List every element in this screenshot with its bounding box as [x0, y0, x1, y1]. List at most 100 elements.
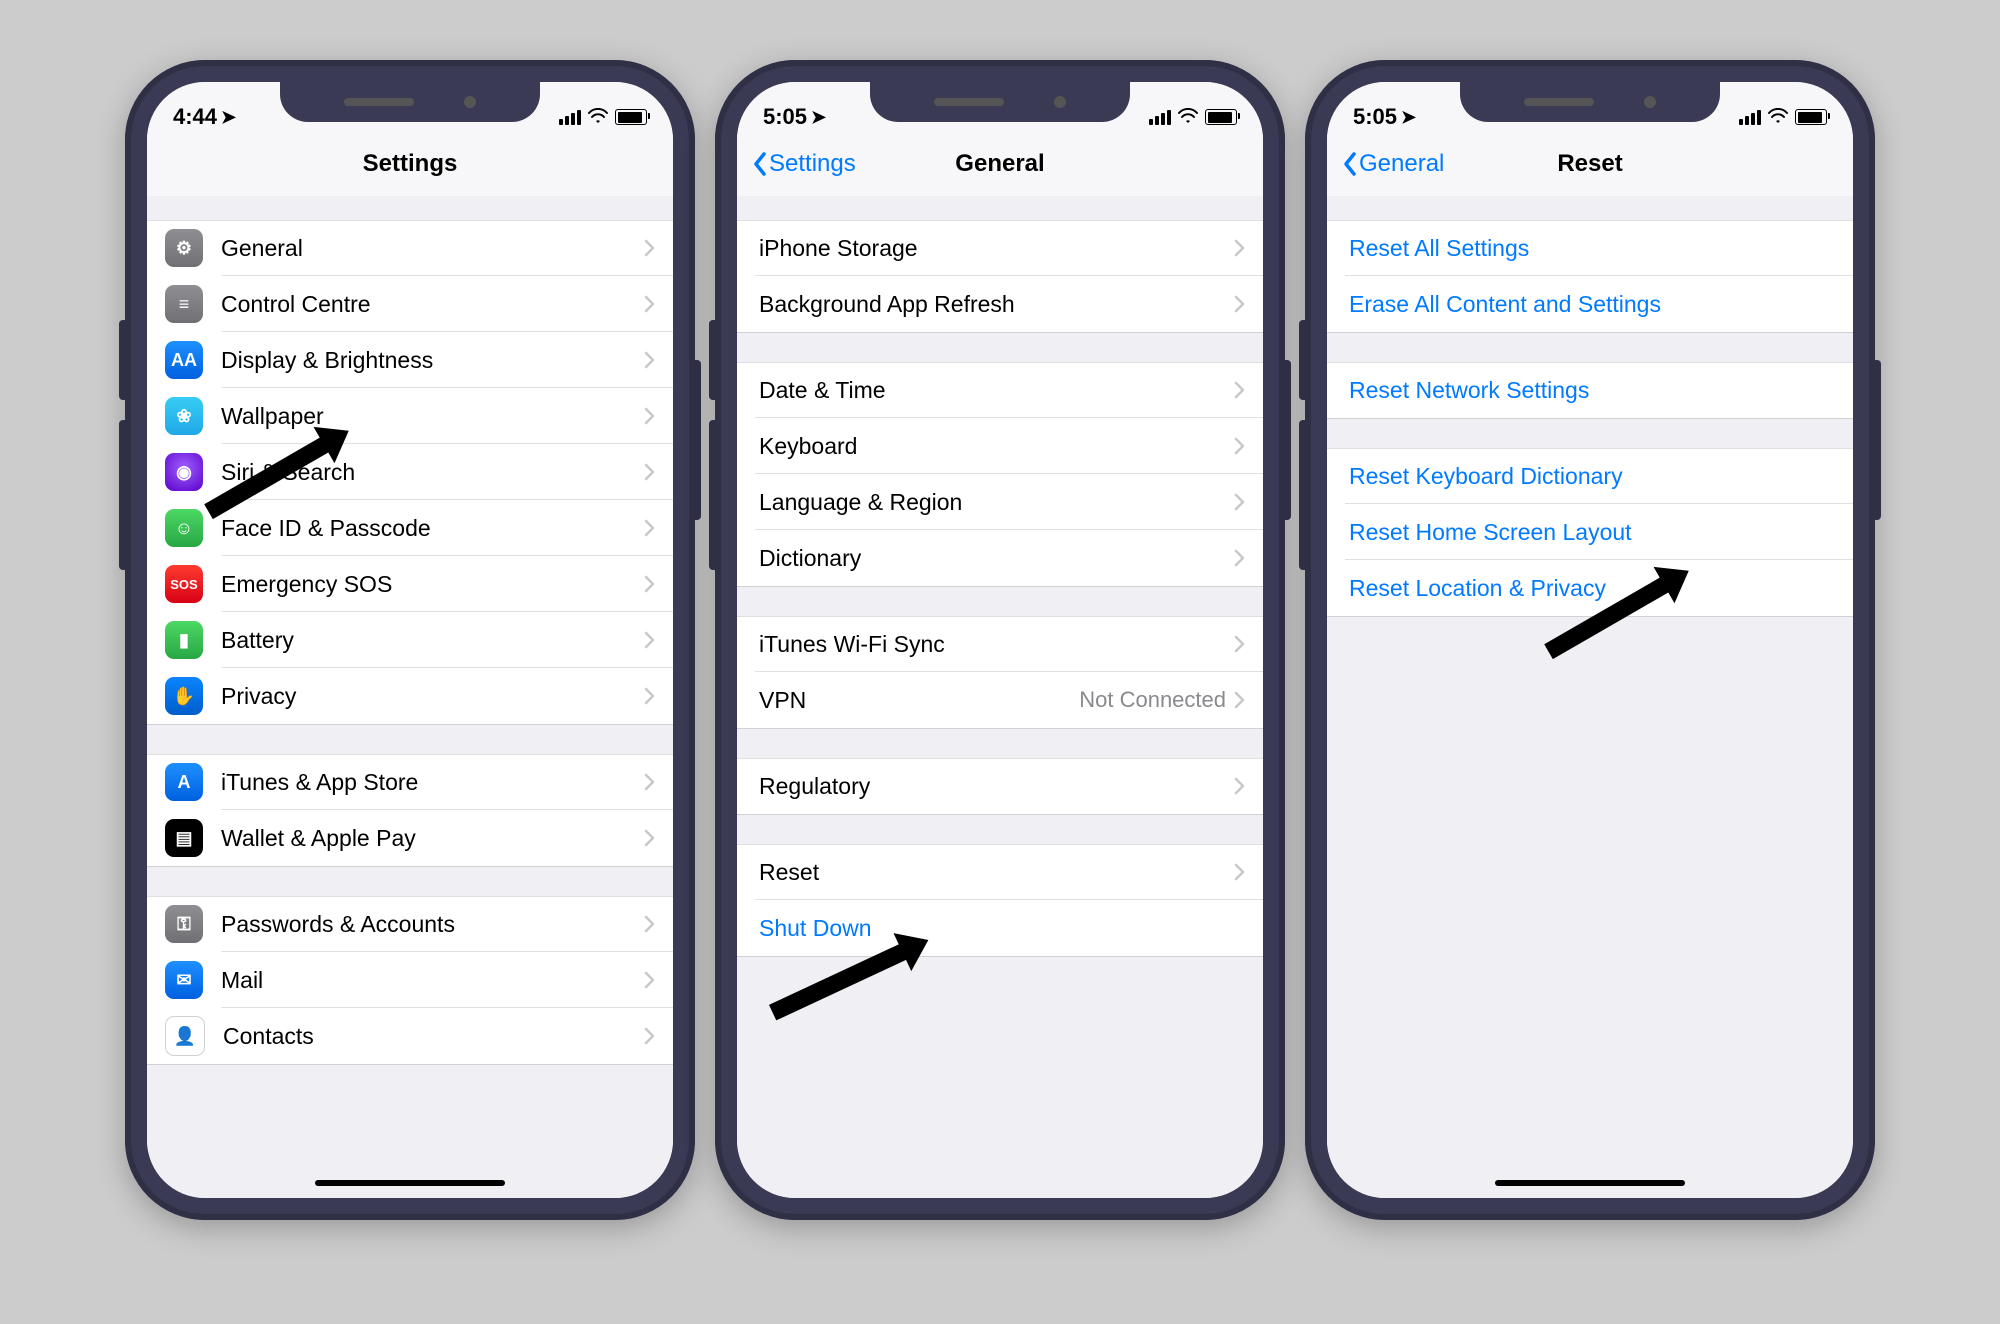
row-label: Emergency SOS	[221, 571, 644, 598]
scroll-content[interactable]: iPhone StorageBackground App Refresh Date…	[737, 196, 1263, 1198]
settings-group: Regulatory	[737, 758, 1263, 814]
notch	[280, 82, 540, 122]
scroll-content[interactable]: ⚙General ≡ Control Centre AADisplay & Brigh…	[147, 196, 673, 1198]
settings-row-dictionary[interactable]: Dictionary	[737, 530, 1263, 586]
chevron-right-icon	[1234, 635, 1245, 653]
chevron-right-icon	[644, 687, 655, 705]
settings-row-contacts[interactable]: 👤 Contacts	[147, 1008, 673, 1064]
row-label: Reset	[759, 859, 1234, 886]
settings-row-reset-all-settings[interactable]: Reset All Settings	[1327, 220, 1853, 276]
sos-icon: SOS	[165, 565, 203, 603]
row-label: Reset All Settings	[1349, 235, 1835, 262]
chevron-right-icon	[644, 631, 655, 649]
settings-row-mail[interactable]: ✉Mail	[147, 952, 673, 1008]
face-icon: ☺	[165, 509, 203, 547]
settings-row-language-region[interactable]: Language & Region	[737, 474, 1263, 530]
settings-row-reset-keyboard-dictionary[interactable]: Reset Keyboard Dictionary	[1327, 448, 1853, 504]
settings-row-reset-home-screen-layout[interactable]: Reset Home Screen Layout	[1327, 504, 1853, 560]
settings-group: iTunes Wi-Fi Sync VPNNot Connected	[737, 616, 1263, 728]
settings-row-control-centre[interactable]: ≡ Control Centre	[147, 276, 673, 332]
wallet-icon: ▤	[165, 819, 203, 857]
notch	[870, 82, 1130, 122]
battery-icon	[1205, 109, 1237, 125]
row-label: Control Centre	[221, 291, 644, 318]
settings-row-erase-all-content-and-settings[interactable]: Erase All Content and Settings	[1327, 276, 1853, 332]
row-label: iTunes & App Store	[221, 769, 644, 796]
row-label: Regulatory	[759, 773, 1234, 800]
home-indicator[interactable]	[1495, 1180, 1685, 1186]
row-label: Dictionary	[759, 545, 1234, 572]
settings-row-background-app-refresh[interactable]: Background App Refresh	[737, 276, 1263, 332]
settings-row-reset[interactable]: Reset	[737, 844, 1263, 900]
phone-mockup-1: 5:05➤SettingsGeneraliPhone StorageBackgr…	[715, 60, 1285, 1220]
row-label: Reset Home Screen Layout	[1349, 519, 1835, 546]
row-label: Battery	[221, 627, 644, 654]
status-indicators	[1739, 104, 1827, 130]
row-label: Siri & Search	[221, 459, 644, 486]
row-label: VPN	[759, 687, 1079, 714]
settings-row-general[interactable]: ⚙General	[147, 220, 673, 276]
chevron-right-icon	[1234, 549, 1245, 567]
location-icon: ➤	[221, 107, 236, 128]
phone-screen: 4:44➤Settings⚙General≡Control CentreAADi…	[147, 82, 673, 1198]
chevron-right-icon	[644, 1027, 655, 1045]
chevron-right-icon	[1234, 493, 1245, 511]
phone-mockup-0: 4:44➤Settings⚙General≡Control CentreAADi…	[125, 60, 695, 1220]
chevron-right-icon	[644, 773, 655, 791]
row-label: Face ID & Passcode	[221, 515, 644, 542]
settings-row-display-brightness[interactable]: AADisplay & Brightness	[147, 332, 673, 388]
cellular-signal-icon	[559, 110, 581, 125]
settings-row-date-time[interactable]: Date & Time	[737, 362, 1263, 418]
settings-row-siri-search[interactable]: ◉ Siri & Search	[147, 444, 673, 500]
settings-group: Reset Keyboard Dictionary Reset Home Scre…	[1327, 448, 1853, 616]
battery-icon	[1795, 109, 1827, 125]
settings-row-reset-network-settings[interactable]: Reset Network Settings	[1327, 362, 1853, 418]
page-title: Settings	[363, 150, 458, 178]
status-indicators	[1149, 104, 1237, 130]
row-label: General	[221, 235, 644, 262]
settings-row-privacy[interactable]: ✋Privacy	[147, 668, 673, 724]
scroll-content[interactable]: Reset All Settings Erase All Content and …	[1327, 196, 1853, 1198]
settings-row-keyboard[interactable]: Keyboard	[737, 418, 1263, 474]
settings-row-reset-location-privacy[interactable]: Reset Location & Privacy	[1327, 560, 1853, 616]
status-time: 5:05	[763, 104, 807, 130]
row-label: Mail	[221, 967, 644, 994]
settings-row-shut-down[interactable]: Shut Down	[737, 900, 1263, 956]
phone-mockup-2: 5:05➤GeneralResetReset All SettingsErase…	[1305, 60, 1875, 1220]
flower-icon: ❀	[165, 397, 203, 435]
phone-screen: 5:05➤GeneralResetReset All SettingsErase…	[1327, 82, 1853, 1198]
toggles-icon: ≡	[165, 285, 203, 323]
settings-row-face-id-passcode[interactable]: ☺ Face ID & Passcode	[147, 500, 673, 556]
settings-row-regulatory[interactable]: Regulatory	[737, 758, 1263, 814]
home-indicator[interactable]	[315, 1180, 505, 1186]
settings-row-emergency-sos[interactable]: SOS Emergency SOS	[147, 556, 673, 612]
settings-group: Reset Network Settings	[1327, 362, 1853, 418]
page-title: Reset	[1557, 150, 1622, 178]
row-label: Contacts	[223, 1023, 644, 1050]
settings-row-wallet-apple-pay[interactable]: ▤Wallet & Apple Pay	[147, 810, 673, 866]
settings-row-itunes-wi-fi-sync[interactable]: iTunes Wi-Fi Sync	[737, 616, 1263, 672]
settings-row-passwords-accounts[interactable]: ⚿Passwords & Accounts	[147, 896, 673, 952]
battery-icon	[615, 109, 647, 125]
siri-icon: ◉	[165, 453, 203, 491]
back-button[interactable]: General	[1341, 150, 1444, 178]
settings-row-vpn[interactable]: VPNNot Connected	[737, 672, 1263, 728]
settings-row-wallpaper[interactable]: ❀Wallpaper	[147, 388, 673, 444]
settings-group: ⚙General ≡ Control Centre AADisplay & Brigh…	[147, 220, 673, 724]
settings-row-itunes-app-store[interactable]: AiTunes & App Store	[147, 754, 673, 810]
key-icon: ⚿	[165, 905, 203, 943]
hand-icon: ✋	[165, 677, 203, 715]
chevron-right-icon	[1234, 777, 1245, 795]
row-label: Reset Keyboard Dictionary	[1349, 463, 1835, 490]
location-icon: ➤	[811, 107, 826, 128]
back-label: Settings	[769, 150, 856, 178]
contacts-icon: 👤	[165, 1016, 205, 1056]
settings-row-iphone-storage[interactable]: iPhone Storage	[737, 220, 1263, 276]
chevron-right-icon	[1234, 691, 1245, 709]
row-label: iTunes Wi-Fi Sync	[759, 631, 1234, 658]
back-button[interactable]: Settings	[751, 150, 856, 178]
navigation-bar: General Reset	[1327, 132, 1853, 197]
settings-row-battery[interactable]: ▮Battery	[147, 612, 673, 668]
cellular-signal-icon	[1149, 110, 1171, 125]
settings-group: Reset Shut Down	[737, 844, 1263, 956]
